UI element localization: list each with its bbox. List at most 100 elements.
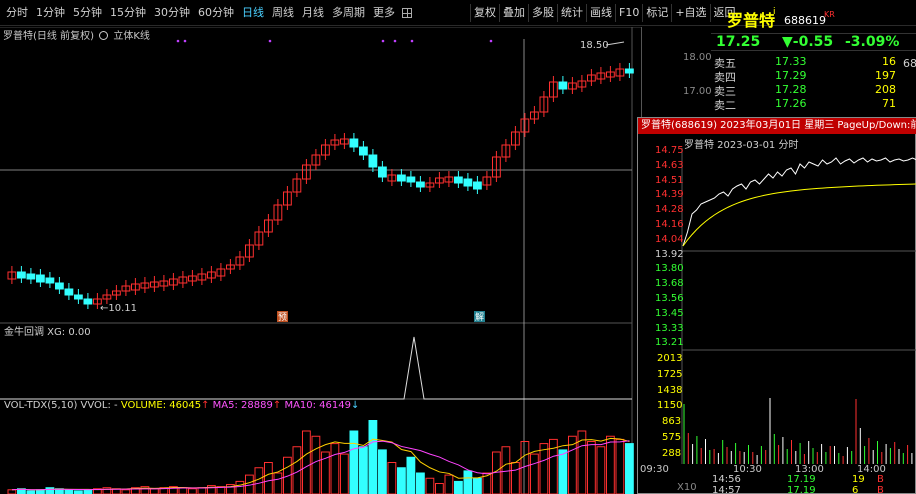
popup-price-tick: 13.56: [655, 293, 684, 304]
price-change-pct: -3.09%: [845, 34, 900, 50]
ticker-dir: B: [877, 474, 884, 485]
toolbar-button[interactable]: F10: [615, 4, 642, 22]
ma5-arrow: ↑: [272, 400, 282, 411]
candle-body: [463, 178, 473, 187]
toolbar-button[interactable]: +自选: [671, 4, 709, 22]
popup-price-tick: 13.45: [655, 307, 684, 319]
toolbar-button[interactable]: 标记: [642, 4, 671, 22]
volume-indicator-label[interactable]: VOL-TDX(5,10) VVOL: - VOLUME: 46045↑ MA5…: [4, 400, 359, 411]
indicator-line: [0, 336, 632, 400]
volume-bar: [473, 477, 482, 494]
volume-bar: [378, 449, 387, 494]
volume-bar: [425, 477, 435, 494]
ask-row: 卖二 17.26 71: [714, 97, 914, 112]
popup-volume-tick: 1150: [657, 400, 683, 412]
ma10-arrow: ↓: [351, 400, 360, 411]
high-pointer: [605, 41, 625, 46]
popup-volume-tick: 863: [662, 416, 682, 428]
candle-body: [45, 277, 55, 284]
volume-bar: [397, 467, 406, 494]
chart-mode-label[interactable]: 立体K线: [113, 31, 150, 42]
period-tab[interactable]: 多周期: [328, 0, 369, 26]
signal-dot: [489, 39, 493, 43]
period-tab[interactable]: 5分钟: [69, 0, 106, 26]
period-tab[interactable]: 更多: [369, 0, 399, 26]
ask-label: 卖二: [714, 99, 736, 112]
volume-bar: [435, 483, 444, 494]
popup-volume-tick: 575: [662, 432, 682, 443]
candle-body: [397, 174, 406, 182]
volume-bar: [121, 489, 131, 494]
popup-volume-tick: 1725: [657, 368, 683, 380]
candle-body: [359, 146, 368, 156]
candle-body: [55, 282, 64, 290]
period-tab[interactable]: 15分钟: [106, 0, 150, 26]
volume-bar: [406, 456, 416, 494]
volume-value: VOLUME: 46045: [120, 400, 202, 411]
period-tab[interactable]: 60分钟: [194, 0, 238, 26]
chart-title: 罗普特(日线 前复权): [3, 31, 94, 42]
ask-price: 17.28: [775, 83, 807, 96]
candle-body: [378, 166, 387, 178]
toolbar-button[interactable]: 叠加: [499, 4, 528, 22]
volume-bar: [606, 435, 615, 494]
low-price-label: ←10.11: [100, 303, 137, 314]
unlock-marker-label: 解: [475, 311, 484, 323]
forecast-marker-label: 预: [278, 312, 287, 323]
candle-body: [64, 288, 74, 296]
popup-time-tick: 09:30: [640, 464, 669, 475]
period-tab[interactable]: 分时: [2, 0, 32, 26]
chart-title-bar: 罗普特(日线 前复权) 立体K线: [3, 27, 150, 42]
volume-bar: [254, 467, 264, 494]
period-tab[interactable]: 日线: [238, 0, 268, 26]
period-tab[interactable]: 1分钟: [32, 0, 69, 26]
volume-bar: [235, 480, 245, 494]
period-tab[interactable]: 月线: [298, 0, 328, 26]
axis-tick-17: 17.00: [683, 86, 712, 97]
volume-bar: [454, 480, 463, 494]
volume-bar: [416, 472, 425, 494]
candle-body: [17, 271, 26, 279]
popup-title[interactable]: 罗普特(688619) 2023年03月01日 星期三 PageUp/Down:…: [638, 118, 916, 134]
volume-bar: [444, 474, 454, 494]
popup-price-tick: 13.68: [655, 278, 684, 290]
popup-price-tick: 13.92: [655, 248, 684, 260]
ask-volume: 16: [882, 55, 896, 68]
ticker-vol: 6: [852, 485, 859, 494]
toolbar-button[interactable]: 多股: [528, 4, 557, 22]
popup-subtitle: 罗普特 2023-03-01 分时: [684, 140, 799, 151]
period-tabs: 分时 1分钟 5分钟 15分钟 30分钟 60分钟 日线 周线 月线 多周期 更多: [2, 0, 415, 26]
ask-volume: 197: [875, 69, 896, 82]
stock-code: 688619: [784, 14, 826, 27]
ask-price: 17.33: [775, 55, 807, 68]
toolbar-button[interactable]: 复权: [470, 4, 499, 22]
volume-bar: [83, 489, 93, 494]
ma5-value: MA5: 28889: [212, 400, 273, 411]
stock-info-flag[interactable]: i: [773, 7, 776, 17]
axis-tick-18: 18.00: [683, 52, 712, 63]
popup-volume-tick: 288: [662, 447, 682, 459]
ma10-value: MA10: 46149: [284, 400, 351, 411]
cube-icon[interactable]: [99, 31, 109, 40]
toolbar-button[interactable]: 画线: [586, 4, 615, 22]
layout-grid-icon[interactable]: [402, 8, 412, 18]
candle-body: [473, 181, 482, 190]
period-tab[interactable]: 30分钟: [150, 0, 194, 26]
indicator-label[interactable]: 金牛回调 XG: 0.00: [4, 323, 91, 338]
popup-price-tick: 13.80: [655, 263, 684, 275]
volume-arrow: ↑: [201, 400, 210, 411]
candle-body: [368, 154, 378, 168]
popup-price-tick: 14.39: [655, 189, 684, 201]
period-tab[interactable]: 周线: [268, 0, 298, 26]
popup-volume-tick: 1438: [657, 384, 683, 396]
toolbar-button[interactable]: 统计: [557, 4, 586, 22]
volume-bar: [64, 489, 74, 494]
ticker-time: 14:56: [712, 474, 741, 485]
kline-chart[interactable]: 18.50 ←10.11 预 解: [0, 27, 641, 494]
price-axis: [641, 27, 711, 117]
volume-bar: [359, 446, 368, 494]
popup-volume-tick: 2013: [657, 353, 683, 364]
signal-dot: [268, 39, 272, 43]
stock-name[interactable]: 罗普特: [727, 7, 775, 31]
volume-bar: [283, 456, 292, 494]
